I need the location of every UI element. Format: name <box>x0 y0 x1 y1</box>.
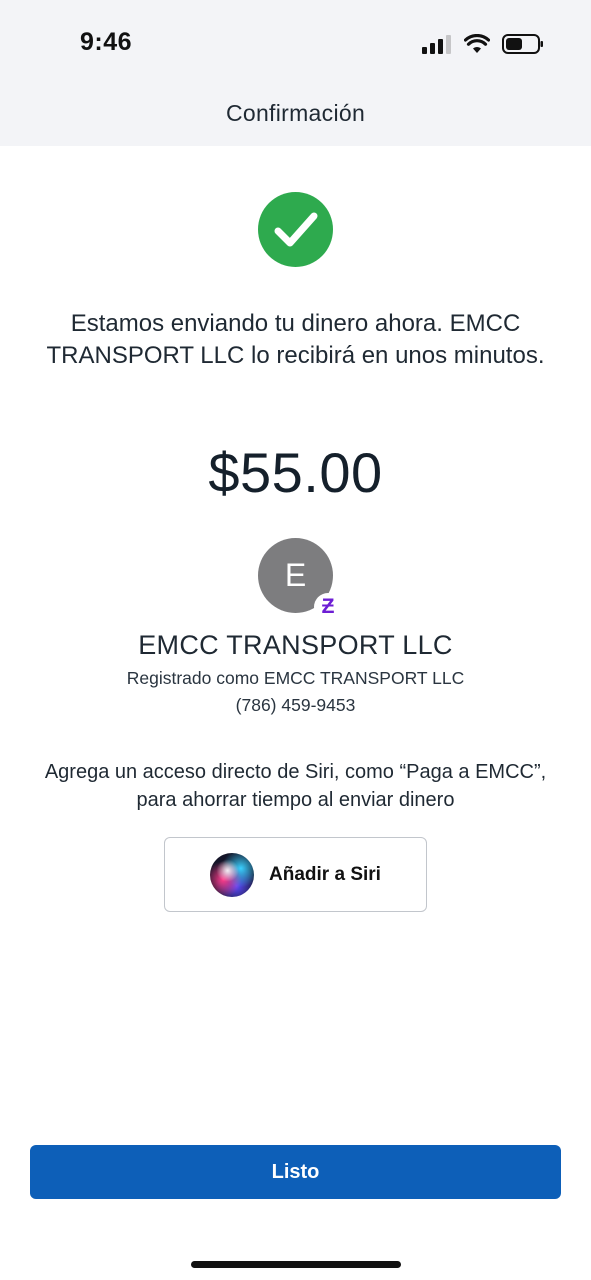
status-icons <box>422 32 544 56</box>
done-button-label: Listo <box>271 1160 320 1183</box>
siri-shortcut-hint: Agrega un acceso directo de Siri, como “… <box>44 761 547 811</box>
status-time: 9:46 <box>80 28 133 56</box>
page-title: Confirmación <box>225 100 366 126</box>
amount-sent: $55.00 <box>208 441 383 504</box>
recipient-name: EMCC TRANSPORT LLC <box>138 630 453 660</box>
add-to-siri-label: Añadir a Siri <box>269 863 381 885</box>
done-button[interactable]: Listo <box>30 1145 561 1199</box>
header-area: 9:46 Confirmación <box>0 0 591 146</box>
zelle-symbol: Ƶ <box>321 595 335 618</box>
avatar-initial: E <box>284 557 307 593</box>
cellular-signal-icon <box>422 34 451 54</box>
battery-icon <box>502 34 543 54</box>
wifi-icon <box>464 34 490 53</box>
home-indicator[interactable] <box>191 1261 401 1268</box>
siri-icon <box>210 852 255 897</box>
add-to-siri-button[interactable]: Añadir a Siri <box>164 837 427 912</box>
success-check-badge <box>258 192 333 267</box>
confirmation-message: Estamos enviando tu dinero ahora. EMCC T… <box>46 310 545 369</box>
confirmation-screen: 9:46 Confirmación Estamos enviando tu di… <box>0 0 591 1280</box>
zelle-icon: Ƶ <box>314 593 342 621</box>
checkmark-icon <box>274 212 317 246</box>
recipient-registered-as: Registrado como EMCC TRANSPORT LLC <box>126 668 465 688</box>
recipient-phone: (786) 459-9453 <box>235 695 356 715</box>
